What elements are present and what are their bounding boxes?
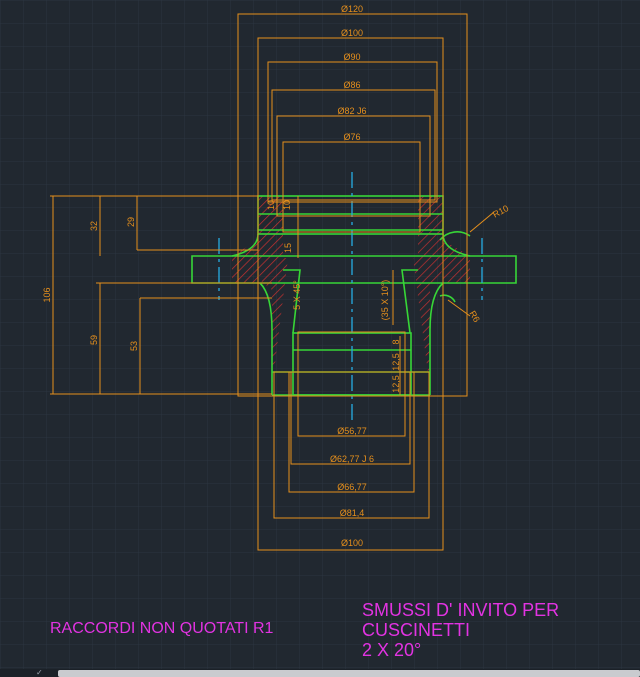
dim-inner-3: 5 X 45° xyxy=(292,280,302,310)
dim-top-2: Ø90 xyxy=(343,52,360,62)
dim-left-3: 59 xyxy=(89,335,99,345)
dim-top-0: Ø120 xyxy=(341,4,363,14)
dim-top-4: Ø82 J6 xyxy=(337,106,366,116)
dim-inner-0: 10 xyxy=(266,200,276,210)
dim-bottom-2: Ø66,77 xyxy=(337,482,367,492)
scrollbar-thumb[interactable] xyxy=(58,670,640,677)
dim-inner-7: 12,5 xyxy=(391,375,401,393)
note-unlisted-fillets: RACCORDI NON QUOTATI R1 xyxy=(50,620,274,637)
dim-inner-6: 12,5 xyxy=(391,353,401,371)
dim-inner-1: 10 xyxy=(282,200,292,210)
dim-inner-4: (35 X 10°) xyxy=(380,280,390,321)
dim-bottom-0: Ø56,77 xyxy=(337,426,367,436)
cursor-icon: ✓ xyxy=(36,668,43,677)
dim-bottom-4: Ø100 xyxy=(341,538,363,548)
dim-top-1: Ø100 xyxy=(341,28,363,38)
note-chamfer-line-3: 2 X 20° xyxy=(362,640,422,660)
dim-left-2: 106 xyxy=(42,287,52,302)
dim-bottom-3: Ø81,4 xyxy=(340,508,365,518)
dim-bottom-1: Ø62,77 J 6 xyxy=(330,454,374,464)
dim-top-5: Ø76 xyxy=(343,132,360,142)
note-bearing-chamfers: SMUSSI D' INVITO PER CUSCINETTI 2 X 20° xyxy=(362,600,559,660)
dim-top-3: Ø86 xyxy=(343,80,360,90)
dim-left-1: 29 xyxy=(126,217,136,227)
dim-inner-2: 15 xyxy=(283,243,293,253)
note-chamfer-line-1: SMUSSI D' INVITO PER xyxy=(362,600,560,620)
dim-inner-5: 8 xyxy=(391,339,401,344)
cad-drawing-canvas[interactable]: Ø120 Ø100 Ø90 Ø86 Ø82 J6 Ø76 Ø56,77 Ø62,… xyxy=(0,0,640,677)
note-chamfer-line-2: CUSCINETTI xyxy=(362,620,470,640)
dim-left-4: 53 xyxy=(129,341,139,351)
dim-left-0: 32 xyxy=(89,221,99,231)
